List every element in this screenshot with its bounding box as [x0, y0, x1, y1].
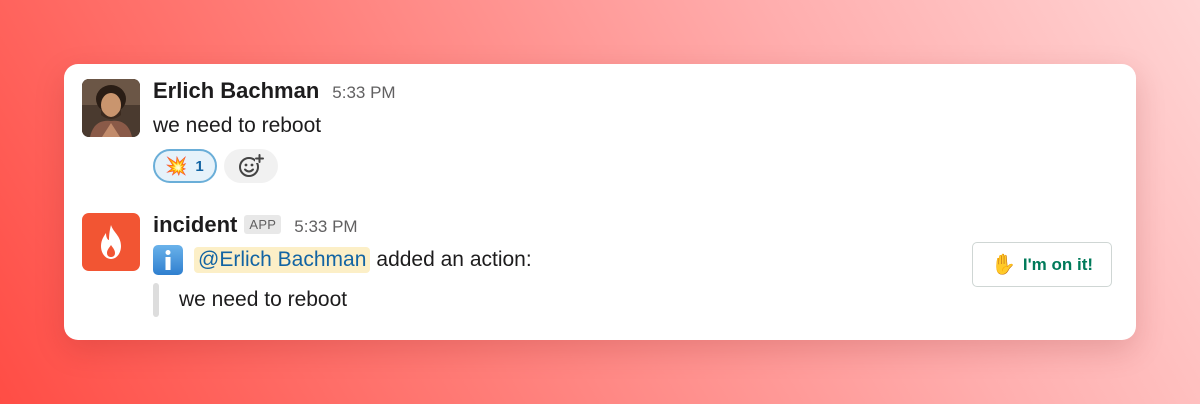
message-erlich: Erlich Bachman 5:33 PM we need to reboot… — [153, 78, 1116, 183]
quote-bar — [153, 283, 159, 317]
reaction-collision[interactable]: 💥 1 — [153, 149, 217, 183]
message-card: Erlich Bachman 5:33 PM we need to reboot… — [64, 64, 1136, 340]
message-header: incident APP 5:33 PM — [153, 212, 1116, 240]
avatar-photo — [82, 79, 140, 137]
incident-app-avatar[interactable] — [82, 213, 140, 271]
add-reaction-button[interactable] — [223, 149, 278, 183]
timestamp[interactable]: 5:33 PM — [332, 83, 395, 103]
im-on-it-button[interactable]: ✋ I'm on it! — [972, 242, 1112, 287]
flame-icon — [101, 225, 121, 259]
reactions-bar: 💥 1 — [153, 149, 1116, 183]
message-header: Erlich Bachman 5:33 PM — [153, 78, 1116, 106]
sender-name[interactable]: Erlich Bachman — [153, 78, 319, 104]
user-avatar[interactable] — [82, 79, 140, 137]
reaction-count: 1 — [195, 157, 204, 175]
add-emoji-icon — [238, 154, 264, 177]
button-label: I'm on it! — [1022, 254, 1094, 274]
quote-text: we need to reboot — [179, 288, 348, 311]
action-description: added an action: — [376, 248, 532, 271]
collision-emoji-icon: 💥 — [165, 156, 188, 176]
sender-name[interactable]: incident — [153, 212, 237, 238]
raised-hand-icon: ✋ — [990, 254, 1016, 276]
information-icon — [153, 245, 183, 275]
user-mention[interactable]: @Erlich Bachman — [194, 247, 371, 273]
message-text: we need to reboot — [153, 114, 322, 137]
action-quote: we need to reboot — [153, 283, 1116, 317]
timestamp[interactable]: 5:33 PM — [294, 217, 357, 237]
app-badge: APP — [244, 215, 282, 234]
